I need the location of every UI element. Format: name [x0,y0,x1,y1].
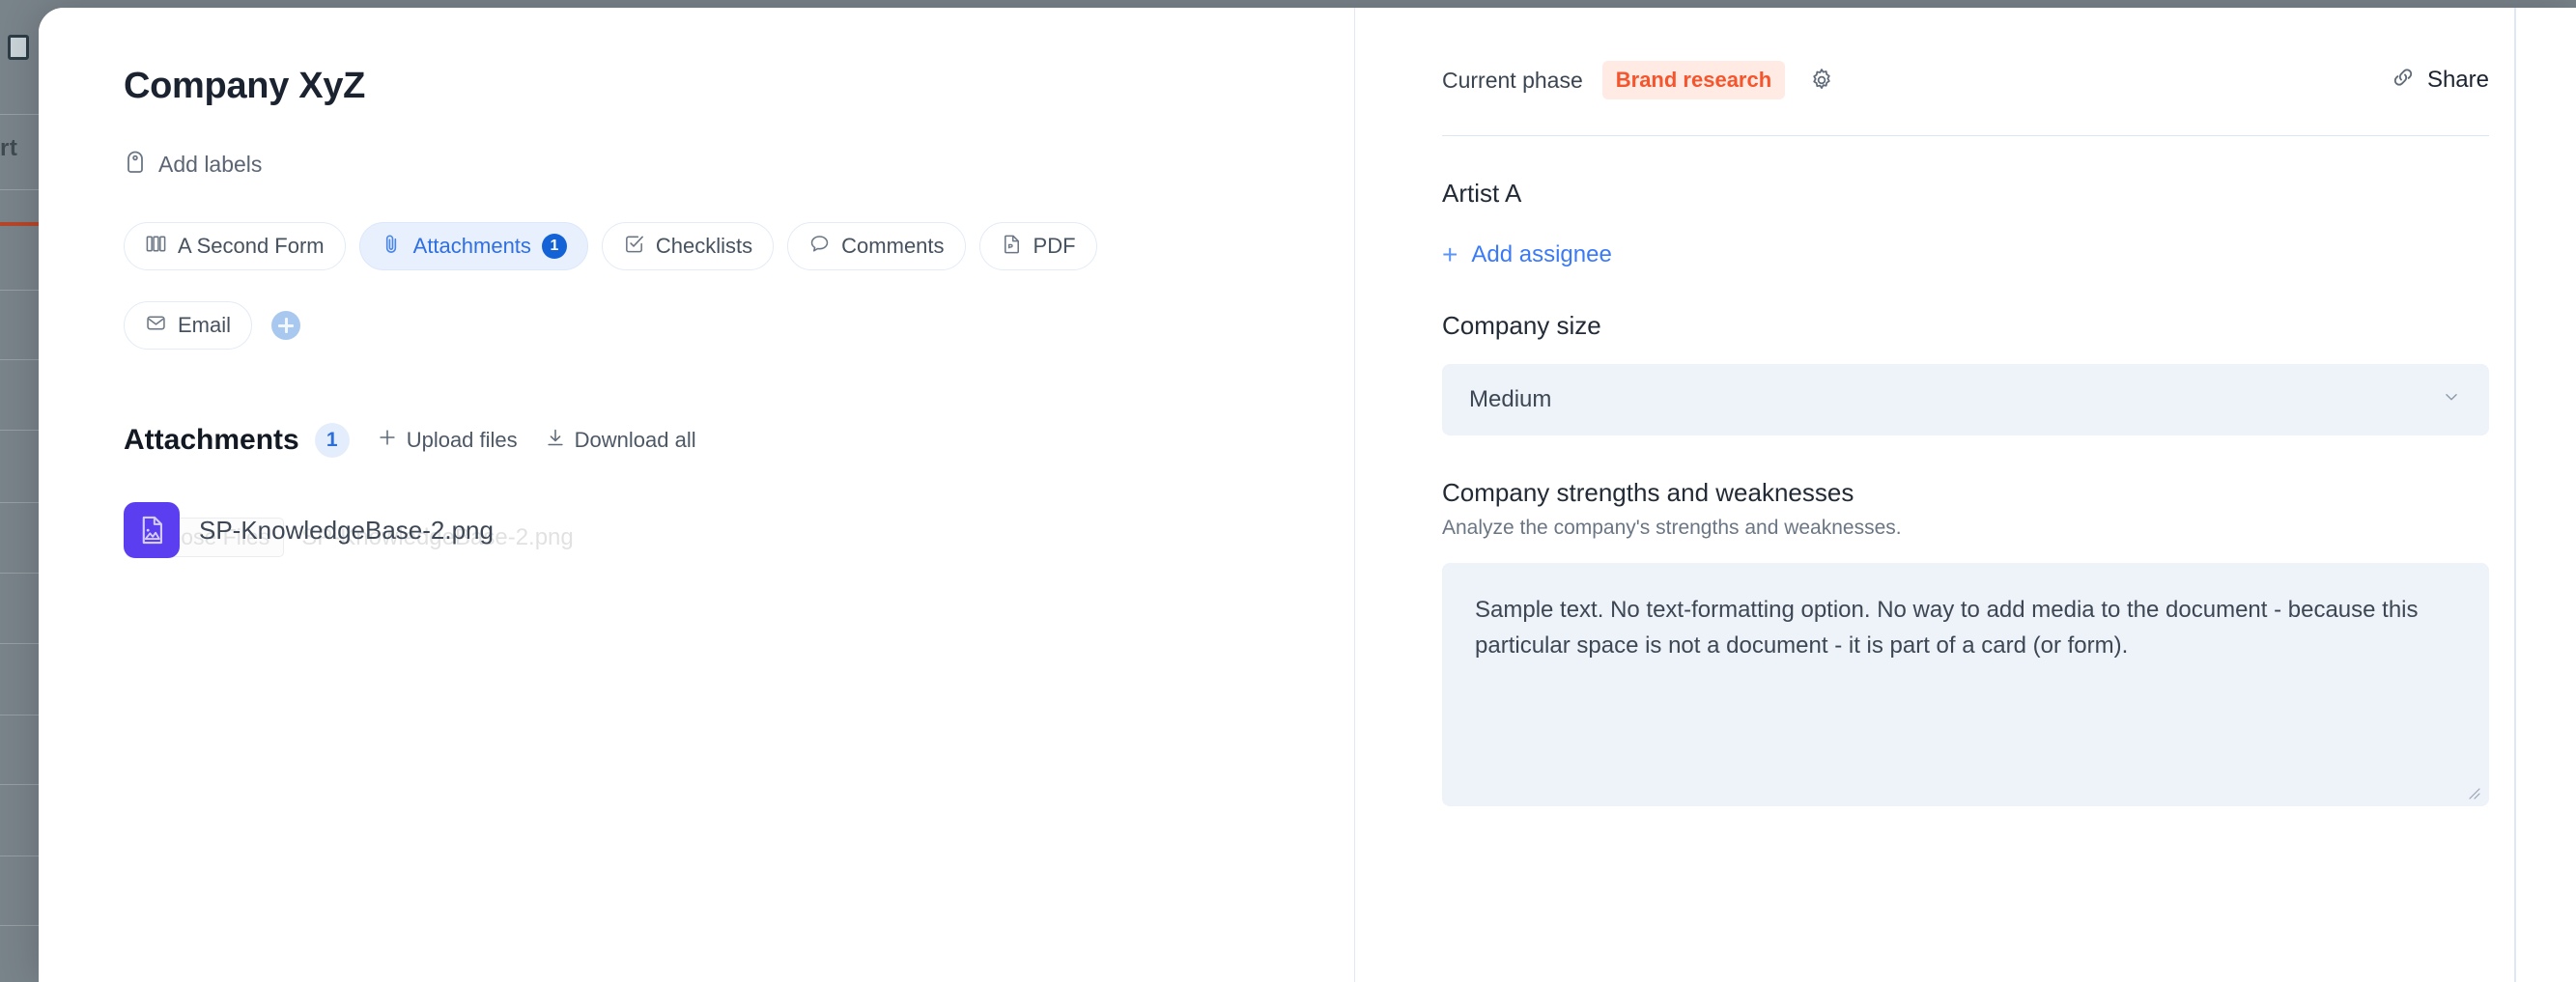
assignee-field: Artist A + Add assignee [1442,179,2489,268]
tab-label: Comments [841,234,945,258]
gear-icon[interactable] [1808,67,1835,94]
upload-files-label: Upload files [406,428,518,452]
strengths-field: Company strengths and weaknesses Analyze… [1442,478,2489,806]
attachments-count-badge: 1 [314,423,350,458]
add-labels-button[interactable]: Add labels [124,150,1354,180]
card-tabs: A Second Form Attachments 1 Checklists C… [124,222,1312,350]
tab-checklists[interactable]: Checklists [601,222,775,270]
plus-icon [377,427,398,454]
current-phase-label: Current phase [1442,67,1583,93]
tab-label: Attachments [412,234,531,258]
attachments-list: SP-KnowledgeBase-2.png [124,502,1354,558]
divider [1442,135,2489,136]
card-detail-modal: Company XyZ Add labels A Second Form Att… [39,8,2576,982]
strengths-help-text: Analyze the company's strengths and weak… [1442,517,1902,539]
company-size-label: Company size [1442,311,1601,340]
attachments-heading: Attachments [124,424,299,456]
strengths-textarea[interactable]: Sample text. No text-formatting option. … [1442,563,2489,806]
company-size-field: Company size Medium [1442,311,2489,435]
list-item[interactable]: SP-KnowledgeBase-2.png [124,502,1354,558]
envelope-icon [145,312,167,340]
plus-icon: + [1442,239,1458,269]
tab-label: Email [178,313,232,337]
tab-label: PDF [1033,234,1076,258]
add-tab-button[interactable] [271,311,301,340]
add-assignee-label: Add assignee [1471,241,1612,267]
add-assignee-button[interactable]: + Add assignee [1442,241,1612,268]
chevron-down-icon [2441,386,2462,414]
tab-attachments[interactable]: Attachments 1 [358,222,588,270]
company-size-select[interactable]: Medium [1442,364,2489,435]
tab-pdf[interactable]: PDF [978,222,1097,270]
assignee-label: Artist A [1442,179,1522,208]
pdf-file-icon [1001,233,1023,261]
download-all-label: Download all [574,428,696,452]
page-title: Company XyZ [124,66,366,106]
add-labels-label: Add labels [158,152,263,177]
tab-email[interactable]: Email [124,301,253,350]
status-badge[interactable]: Brand research [1601,61,1786,99]
attachments-header: Attachments 1 Upload files Download all [124,423,1354,458]
strengths-label: Company strengths and weaknesses [1442,478,1854,507]
card-left-panel: Company XyZ Add labels A Second Form Att… [39,8,1355,982]
attachment-file-name: SP-KnowledgeBase-2.png [199,515,494,545]
share-button[interactable]: Share [2390,64,2489,98]
resize-grip-icon[interactable] [2467,786,2480,800]
download-icon [545,427,566,454]
comment-bubble-icon [808,233,831,261]
form-columns-icon [145,233,167,261]
company-size-value: Medium [1469,386,1552,412]
paperclip-icon [381,233,403,261]
upload-files-button[interactable]: Upload files [377,427,518,454]
card-right-panel: Current phase Brand research Share Artis… [1355,8,2576,982]
backdrop-app-icon [8,35,29,60]
share-label: Share [2426,67,2489,93]
download-all-button[interactable]: Download all [545,427,696,454]
strengths-value: Sample text. No text-formatting option. … [1475,597,2419,659]
phase-bar: Current phase Brand research Share [1442,58,2489,102]
checklist-icon [623,233,645,261]
tag-icon [124,150,147,180]
backdrop-partial-text: rt [0,135,18,161]
tab-comments[interactable]: Comments [787,222,966,270]
tab-a-second-form[interactable]: A Second Form [124,222,346,270]
link-icon [2390,64,2417,98]
tab-label: A Second Form [178,234,325,258]
tab-label: Checklists [655,234,753,258]
image-file-icon [124,502,180,558]
tab-badge-count: 1 [541,234,567,259]
